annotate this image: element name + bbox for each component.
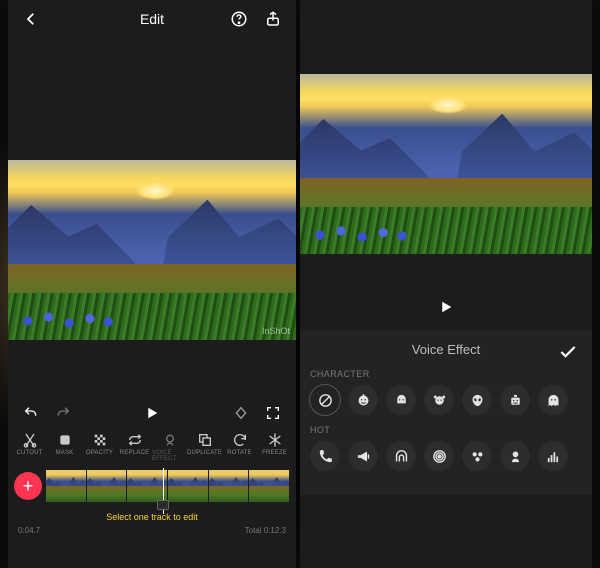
voice-effect-panel: Voice Effect CHARACTER HOT [300, 330, 592, 495]
confirm-button[interactable] [558, 342, 578, 362]
video-preview[interactable] [300, 74, 592, 254]
current-time: 0:04.7 [18, 526, 40, 535]
tool-freeze[interactable]: FREEZE [257, 431, 292, 456]
select-track-hint: Select one track to edit [8, 512, 296, 522]
hot-row [310, 441, 582, 471]
effect-megaphone[interactable] [348, 441, 378, 471]
tool-duplicate[interactable]: DUPLICATE [187, 431, 222, 456]
timeline[interactable]: + [8, 466, 296, 506]
group-label-hot: HOT [310, 425, 582, 435]
help-button[interactable] [228, 8, 250, 30]
effect-alien[interactable] [462, 385, 492, 415]
video-preview[interactable]: InShOt [8, 160, 296, 340]
play-button[interactable] [141, 402, 163, 424]
clip-track[interactable] [46, 470, 290, 502]
voice-effect-screen: Voice Effect CHARACTER HOT [300, 0, 592, 568]
tool-strip: CUTOUT MASK OPACITY REPLACE VOICE EFFECT… [8, 428, 296, 464]
tool-replace[interactable]: REPLACE [117, 431, 152, 456]
panel-title: Voice Effect [412, 342, 480, 357]
play-button[interactable] [300, 298, 592, 316]
effect-equalizer[interactable] [538, 441, 568, 471]
top-bar: Edit [8, 0, 296, 38]
watermark: InShOt [262, 326, 290, 336]
playhead-handle[interactable] [157, 500, 169, 510]
tool-voice-effect[interactable]: VOICE EFFECT [152, 431, 187, 462]
effect-spiral[interactable] [424, 441, 454, 471]
tool-rotate[interactable]: ROTATE [222, 431, 257, 456]
effect-cluster[interactable] [462, 441, 492, 471]
tool-opacity[interactable]: OPACITY [82, 431, 117, 456]
effect-baby[interactable] [348, 385, 378, 415]
effect-woman[interactable] [386, 385, 416, 415]
fullscreen-button[interactable] [262, 402, 284, 424]
effect-phone[interactable] [310, 441, 340, 471]
effect-robot[interactable] [500, 385, 530, 415]
character-row [310, 385, 582, 415]
keyframe-button[interactable] [230, 402, 252, 424]
undo-button[interactable] [20, 402, 42, 424]
time-readout: 0:04.7 Total 0:12.3 [8, 524, 296, 537]
effect-none[interactable] [310, 385, 340, 415]
group-label-character: CHARACTER [310, 369, 582, 379]
tool-mask[interactable]: MASK [47, 431, 82, 456]
editor-screen: Edit InShOt CUTOUT MASK OPACITY REPLACE … [8, 0, 296, 568]
effect-girl[interactable] [424, 385, 454, 415]
transport-row [8, 402, 296, 424]
effect-ghost[interactable] [538, 385, 568, 415]
effect-voice[interactable] [500, 441, 530, 471]
effect-cave[interactable] [386, 441, 416, 471]
add-clip-button[interactable]: + [14, 472, 42, 500]
tool-cutout[interactable]: CUTOUT [12, 431, 47, 456]
share-button[interactable] [262, 8, 284, 30]
total-time: Total 0:12.3 [245, 526, 286, 535]
redo-button[interactable] [52, 402, 74, 424]
